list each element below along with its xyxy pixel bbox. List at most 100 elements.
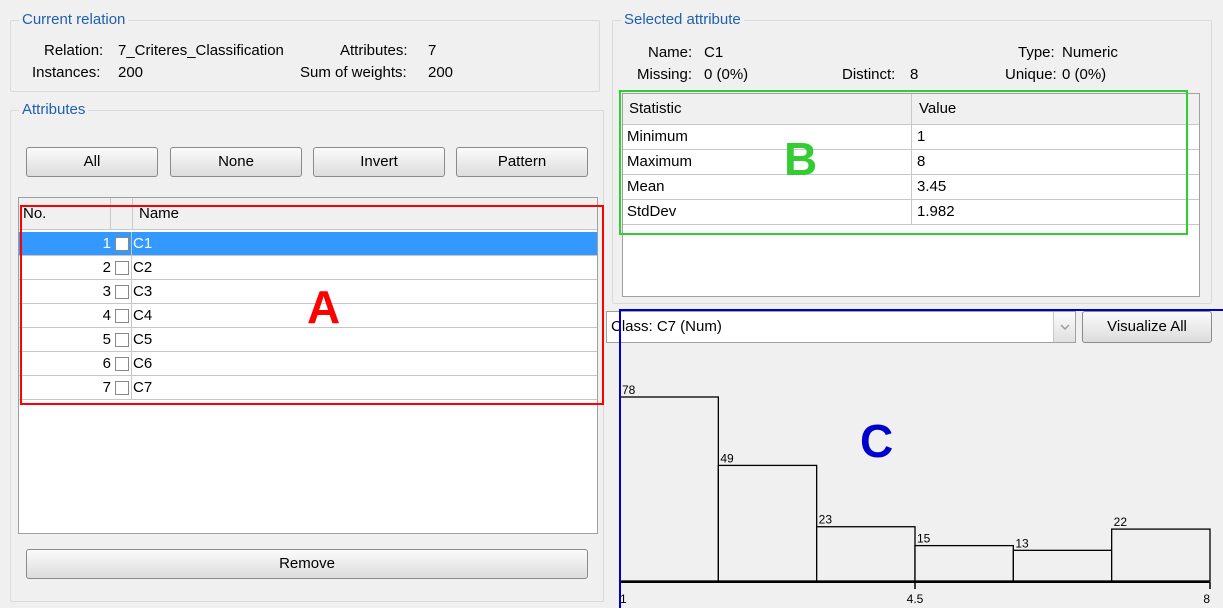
remove-button[interactable]: Remove	[26, 549, 588, 579]
attribute-row-name: C5	[133, 331, 153, 348]
invert-selection-button[interactable]: Invert	[313, 147, 445, 177]
column-header-no[interactable]: No.	[23, 198, 111, 229]
statistic-row[interactable]: Minimum 1	[623, 125, 1199, 150]
class-selector-value: Class: C7 (Num)	[611, 318, 722, 335]
attribute-row-number: 1	[102, 235, 111, 252]
attr-missing-value: 0 (0%)	[704, 66, 749, 83]
row-divider	[131, 328, 132, 351]
histogram-bar-label: 15	[917, 532, 931, 546]
relation-value: 7_Criteres_Classification	[118, 42, 284, 59]
attribute-row-name: C6	[133, 355, 153, 372]
annotation-label-b: B	[784, 133, 818, 185]
attribute-row-name: C2	[133, 259, 153, 276]
row-divider	[131, 376, 132, 399]
header-divider	[911, 94, 912, 124]
class-selector[interactable]: Class: C7 (Num)	[606, 311, 1076, 343]
attribute-row-name: C1	[133, 235, 153, 252]
select-all-button[interactable]: All	[26, 147, 158, 177]
attr-distinct-label: Distinct:	[842, 66, 896, 83]
attribute-row-number: 2	[102, 259, 111, 276]
histogram-area[interactable]: 78 49 23 15 13 22 1 4.5 8	[606, 344, 1223, 608]
statistic-value: 3.45	[917, 178, 947, 195]
sum-of-weights-value: 200	[428, 64, 454, 81]
attribute-checkbox[interactable]	[115, 261, 129, 275]
statistic-row[interactable]: Mean 3.45	[623, 175, 1199, 200]
row-divider	[131, 232, 132, 255]
attribute-row[interactable]: 6 C6	[19, 352, 597, 376]
attribute-checkbox[interactable]	[115, 237, 129, 251]
attribute-checkbox[interactable]	[115, 333, 129, 347]
histogram-bar-label: 22	[1114, 515, 1128, 529]
attribute-row[interactable]: 2 C2	[19, 256, 597, 280]
attributes-legend: Attributes	[19, 101, 89, 118]
attr-name-value: C1	[704, 44, 724, 61]
statistic-row[interactable]: Maximum 8	[623, 150, 1199, 175]
attributes-count-value: 7	[428, 42, 437, 59]
statistics-table-header: Statistic Value	[623, 94, 1199, 125]
row-divider	[131, 352, 132, 375]
column-header-select[interactable]	[111, 198, 133, 229]
statistic-name: Minimum	[627, 128, 688, 145]
attr-distinct-value: 8	[910, 66, 919, 83]
histogram-x-tick-label: 1	[620, 592, 627, 606]
attribute-row-name: C4	[133, 307, 153, 324]
row-divider	[131, 304, 132, 327]
select-none-button[interactable]: None	[170, 147, 302, 177]
statistic-row[interactable]: StdDev 1.982	[623, 200, 1199, 225]
visualize-all-button[interactable]: Visualize All	[1082, 311, 1212, 343]
pattern-button[interactable]: Pattern	[456, 147, 588, 177]
row-divider	[131, 280, 132, 303]
instances-value: 200	[118, 64, 144, 81]
attributes-count-label: Attributes:	[340, 42, 408, 59]
histogram-bar	[816, 526, 916, 582]
attribute-row-number: 7	[102, 379, 111, 396]
statistics-table[interactable]: Statistic Value Minimum 1 Maximum 8 Mean 3.45…	[622, 93, 1200, 297]
column-header-name[interactable]: Name	[139, 198, 595, 229]
histogram-bar	[619, 396, 719, 582]
histogram-bar-label: 13	[1015, 536, 1029, 550]
attribute-row-number: 3	[102, 283, 111, 300]
annotation-label-a: A	[307, 281, 341, 333]
attr-name-label: Name:	[648, 44, 693, 61]
histogram-bar-label: 49	[720, 451, 734, 465]
attr-missing-label: Missing:	[637, 66, 693, 83]
attribute-checkbox[interactable]	[115, 357, 129, 371]
histogram-x-tick-label: 8	[1203, 592, 1210, 606]
attribute-checkbox[interactable]	[115, 309, 129, 323]
column-header-value[interactable]: Value	[919, 94, 956, 124]
row-divider	[911, 175, 912, 199]
column-header-statistic[interactable]: Statistic	[629, 94, 682, 124]
attribute-row[interactable]: 1 C1	[19, 232, 597, 256]
statistic-name: Mean	[627, 178, 665, 195]
statistic-name: Maximum	[627, 153, 693, 170]
current-relation-legend: Current relation	[19, 11, 129, 28]
attribute-row-number: 6	[102, 355, 111, 372]
attr-unique-value: 0 (0%)	[1062, 66, 1107, 83]
attribute-row-name: C3	[133, 283, 153, 300]
histogram-bar	[1012, 549, 1113, 582]
statistic-value: 1	[917, 128, 926, 145]
attr-unique-label: Unique:	[1005, 66, 1057, 83]
attributes-table[interactable]: No. Name 1 C1 2 C2 3 C3 4 C4 5 C5 6 C6 7 C7	[18, 197, 598, 534]
histogram-bar-label: 78	[622, 383, 636, 397]
histogram-x-tick-label: 4.5	[907, 592, 924, 606]
annotation-label-c: C	[860, 415, 894, 467]
attribute-row-name: C7	[133, 379, 153, 396]
attribute-checkbox[interactable]	[115, 381, 129, 395]
attributes-table-header: No. Name	[19, 198, 597, 230]
attribute-row-number: 5	[102, 331, 111, 348]
row-divider	[911, 125, 912, 149]
relation-label: Relation:	[44, 42, 104, 59]
statistic-name: StdDev	[627, 203, 677, 220]
histogram-bar	[1111, 528, 1211, 582]
chevron-down-icon	[1060, 324, 1070, 331]
attr-type-value: Numeric	[1062, 44, 1118, 61]
histogram-chart: 78 49 23 15 13 22 1 4.5 8	[619, 383, 1211, 606]
class-dropdown-button[interactable]	[1053, 312, 1075, 342]
attribute-checkbox[interactable]	[115, 285, 129, 299]
row-divider	[911, 150, 912, 174]
attribute-row[interactable]: 7 C7	[19, 376, 597, 400]
attr-type-label: Type:	[1018, 44, 1055, 61]
sum-of-weights-label: Sum of weights:	[300, 64, 407, 81]
statistic-value: 8	[917, 153, 926, 170]
